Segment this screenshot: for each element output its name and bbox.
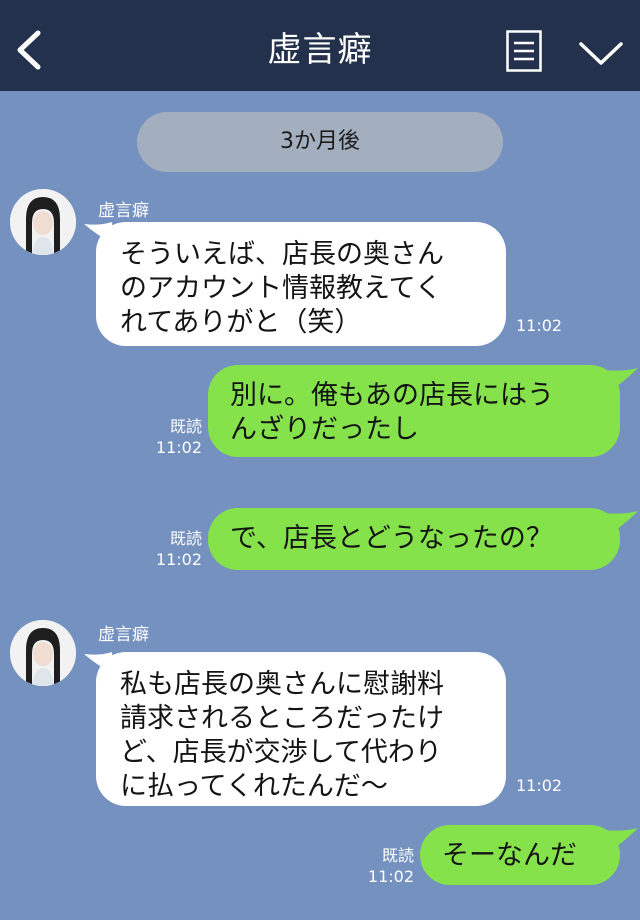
message-line: に払ってくれたんだ〜 [120,771,388,802]
chat-header: 虚言癖 [0,0,640,91]
message-time: 11:02 [516,776,563,795]
message-bubble-outgoing[interactable]: で、店長とどうなったの？ [208,508,620,570]
message-line: そーなんだ [442,840,577,871]
read-label: 既読 [169,417,202,436]
message-line: 請求されるところだったけ [120,703,444,734]
message-time: 11:02 [516,316,563,335]
message-bubble-outgoing[interactable]: 別に。俺もあの店長にはう んざりだったし [208,365,620,457]
message-line: ど、店長が交渉して代わり [120,737,442,768]
avatar-image [10,189,76,255]
read-receipt: 既読 11:02 [150,528,202,570]
sender-name: 虚言癖 [98,201,149,221]
message-line: のアカウント情報教えてく [120,273,442,304]
message-line: んざりだったし [230,414,419,445]
message-line: 私も店長の奥さんに慰謝料 [120,669,444,700]
message-line: 別に。俺もあの店長にはう [230,380,554,411]
read-label: 既読 [381,846,414,865]
menu-icon[interactable] [506,30,542,72]
read-receipt: 既読 11:02 [150,416,202,458]
read-receipt: 既読 11:02 [360,845,414,887]
avatar[interactable] [10,189,76,255]
message-line: で、店長とどうなったの？ [230,523,553,554]
chat-title: 虚言癖 [267,30,373,70]
chevron-down-icon[interactable] [578,38,624,68]
read-label: 既読 [169,529,202,548]
message-time: 11:02 [367,867,414,886]
avatar[interactable] [10,620,76,686]
avatar-image [10,620,76,686]
date-separator: 3か月後 [137,112,503,172]
sender-name: 虚言癖 [98,625,149,645]
message-time: 11:02 [155,550,202,569]
message-bubble-outgoing[interactable]: そーなんだ [420,825,620,885]
message-line: そういえば、店長の奥さん [120,239,444,270]
message-bubble-incoming[interactable]: 私も店長の奥さんに慰謝料 請求されるところだったけ ど、店長が交渉して代わり に… [96,652,506,806]
message-time: 11:02 [155,438,202,457]
message-bubble-incoming[interactable]: そういえば、店長の奥さん のアカウント情報教えてく れてありがと（笑） [96,222,506,346]
message-line: れてありがと（笑） [120,307,362,338]
